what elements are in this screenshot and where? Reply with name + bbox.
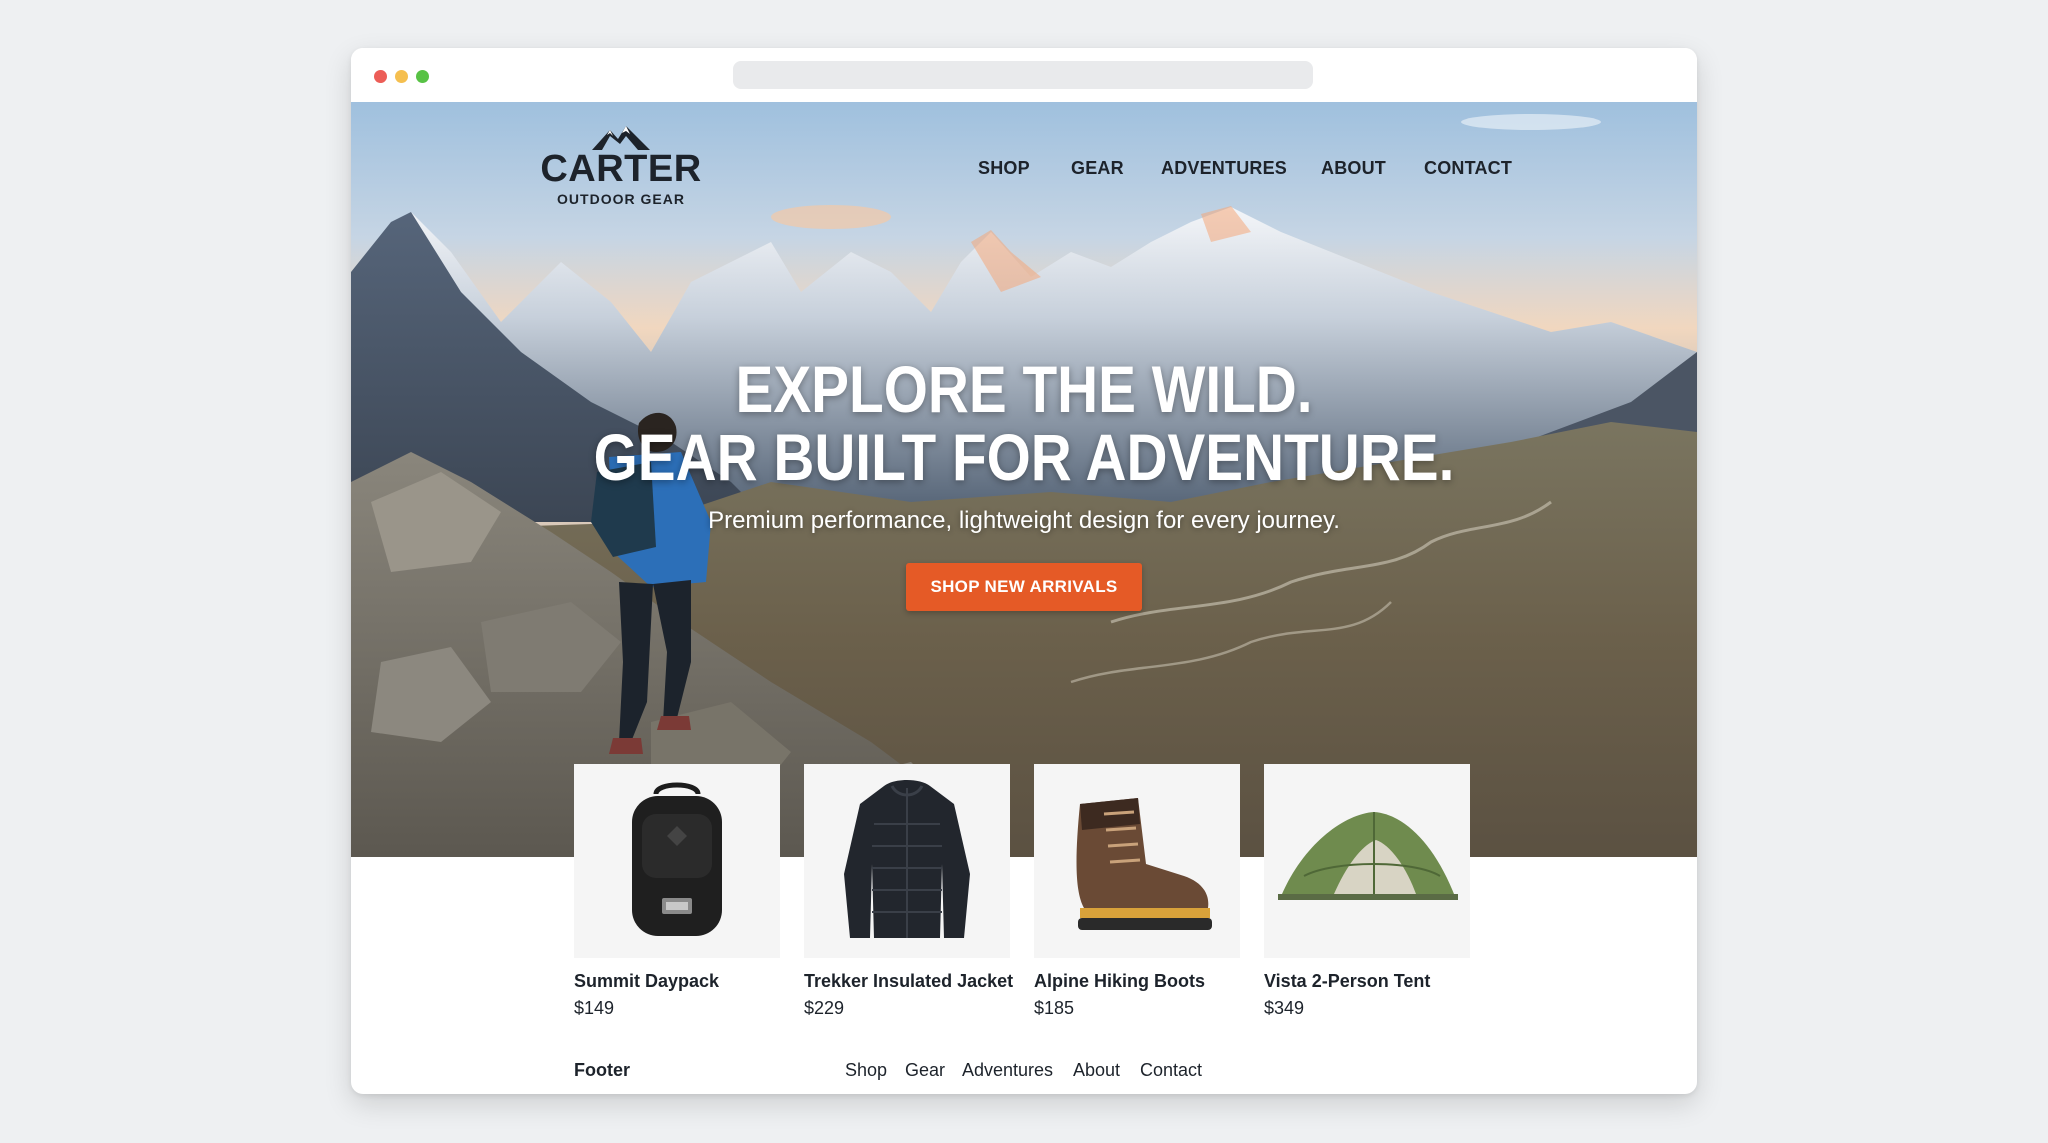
product-image[interactable] bbox=[1034, 764, 1240, 958]
nav-item-adventures[interactable]: ADVENTURES bbox=[1161, 158, 1287, 179]
boot-icon bbox=[1076, 798, 1212, 930]
hero-section: CARTER OUTDOOR GEAR SHOP GEAR ADVENTURES… bbox=[351, 102, 1697, 857]
window-maximize-button[interactable] bbox=[416, 70, 429, 83]
footer-link-adventures[interactable]: Adventures bbox=[962, 1060, 1053, 1081]
product-price: $185 bbox=[1034, 998, 1075, 1018]
product-price: $149 bbox=[574, 998, 615, 1018]
nav-item-shop[interactable]: SHOP bbox=[978, 158, 1030, 179]
jacket-icon bbox=[844, 780, 970, 938]
nav-item-contact[interactable]: CONTACT bbox=[1424, 158, 1512, 179]
main-navigation: SHOP GEAR ADVENTURES ABOUT CONTACT bbox=[351, 158, 1697, 182]
footer-link-about[interactable]: About bbox=[1073, 1060, 1120, 1081]
footer-link-gear[interactable]: Gear bbox=[905, 1060, 945, 1081]
product-card-trekker-jacket[interactable]: Trekker Insulated Jacket $229 bbox=[804, 764, 1013, 1019]
tent-icon bbox=[1278, 812, 1458, 900]
footer-link-contact[interactable]: Contact bbox=[1140, 1060, 1202, 1081]
address-bar[interactable] bbox=[733, 61, 1313, 89]
hero-headline-line1: EXPLORE THE WILD. bbox=[735, 352, 1313, 426]
footer-label: Footer bbox=[574, 1060, 630, 1080]
product-price: $229 bbox=[804, 998, 845, 1018]
product-name[interactable]: Alpine Hiking Boots bbox=[1034, 970, 1240, 992]
window-minimize-button[interactable] bbox=[395, 70, 408, 83]
product-image[interactable] bbox=[804, 764, 1010, 958]
footer-link-shop[interactable]: Shop bbox=[845, 1060, 887, 1081]
window-close-button[interactable] bbox=[374, 70, 387, 83]
hero-subtitle: Premium performance, lightweight design … bbox=[708, 507, 1340, 534]
brand-tagline: OUTDOOR GEAR bbox=[557, 191, 685, 207]
nav-item-about[interactable]: ABOUT bbox=[1321, 158, 1386, 179]
browser-titlebar bbox=[351, 48, 1697, 102]
product-price: $349 bbox=[1264, 998, 1305, 1018]
browser-window: CARTER OUTDOOR GEAR SHOP GEAR ADVENTURES… bbox=[351, 48, 1697, 1094]
backpack-icon bbox=[632, 782, 722, 936]
product-image[interactable] bbox=[1264, 764, 1470, 958]
product-card-vista-tent[interactable]: Vista 2-Person Tent $349 bbox=[1264, 764, 1470, 1019]
product-name[interactable]: Summit Daypack bbox=[574, 970, 780, 992]
shop-new-arrivals-button[interactable]: SHOP NEW ARRIVALS bbox=[906, 563, 1142, 611]
product-card-summit-daypack[interactable]: Summit Daypack $149 bbox=[574, 764, 780, 1019]
product-name[interactable]: Vista 2-Person Tent bbox=[1264, 970, 1470, 992]
product-card-alpine-boots[interactable]: Alpine Hiking Boots $185 bbox=[1034, 764, 1240, 1019]
product-name[interactable]: Trekker Insulated Jacket bbox=[804, 970, 1013, 992]
hero-headline-line2: GEAR BUILT FOR ADVENTURE. bbox=[593, 420, 1455, 494]
product-image[interactable] bbox=[574, 764, 780, 958]
nav-item-gear[interactable]: GEAR bbox=[1071, 158, 1124, 179]
